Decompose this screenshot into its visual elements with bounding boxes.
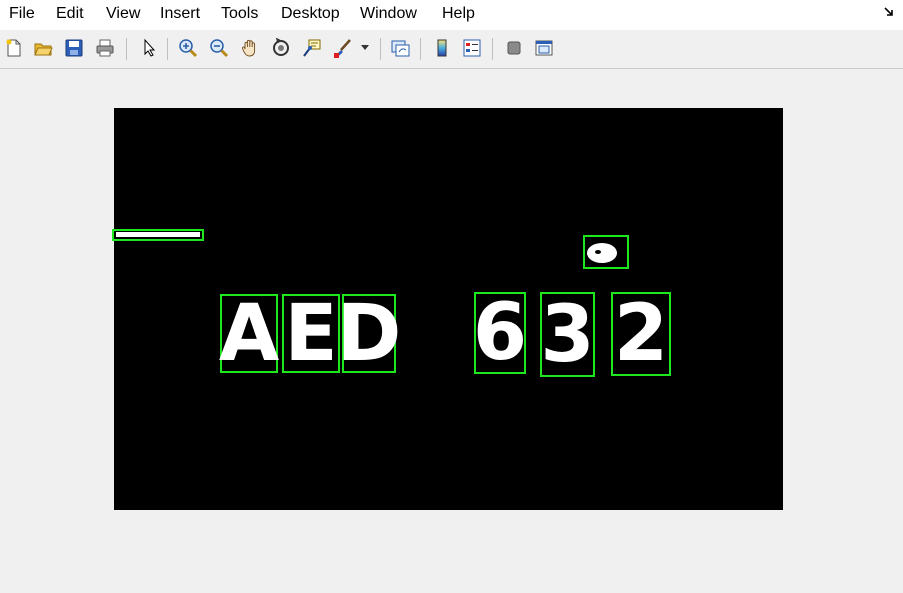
menu-help[interactable]: Help	[442, 5, 475, 23]
detection-box-char-2: 2	[611, 292, 671, 376]
print-icon[interactable]	[93, 36, 117, 60]
detection-box-char-a: A	[218, 288, 280, 379]
pan-hand-icon[interactable]	[238, 36, 262, 60]
edit-plot-arrow-icon[interactable]	[137, 36, 161, 60]
menu-desktop[interactable]: Desktop	[281, 5, 340, 23]
insert-legend-icon[interactable]	[460, 36, 484, 60]
detection-box-noise-bar	[112, 229, 204, 241]
menu-edit[interactable]: Edit	[56, 5, 84, 23]
zoom-in-icon[interactable]	[176, 36, 200, 60]
data-cursor-icon[interactable]	[300, 36, 324, 60]
detection-box-char-6: 6	[472, 288, 528, 378]
noise-blobs	[116, 232, 617, 263]
open-file-icon[interactable]	[31, 36, 55, 60]
plate-character: 2	[613, 289, 669, 379]
menu-insert[interactable]: Insert	[160, 5, 200, 23]
toolbar-separator	[420, 38, 421, 60]
insert-colorbar-icon[interactable]	[430, 36, 454, 60]
dock-arrow-icon[interactable]	[883, 6, 895, 18]
toolbar-separator	[492, 38, 493, 60]
figure-toolbar	[0, 30, 903, 69]
menu-bar: File Edit View Insert Tools Desktop Wind…	[0, 0, 903, 30]
brush-icon[interactable]	[331, 36, 355, 60]
detection-box-noise-blob	[583, 235, 629, 269]
menu-file[interactable]: File	[9, 5, 35, 23]
detection-box-char-d: D	[336, 288, 402, 379]
menu-tools[interactable]: Tools	[221, 5, 258, 23]
detection-box-char-e: E	[282, 294, 340, 373]
brush-dropdown-chevron-down-icon[interactable]	[358, 36, 372, 60]
toolbar-separator	[167, 38, 168, 60]
binary-plate-image[interactable]: A E D 6 3 2	[112, 108, 783, 510]
hide-plot-tools-icon[interactable]	[502, 36, 526, 60]
plate-character: D	[336, 288, 402, 379]
save-icon[interactable]	[62, 36, 86, 60]
plate-character: E	[284, 288, 338, 379]
plate-character: 3	[540, 289, 595, 380]
detection-box-char-3: 3	[540, 292, 595, 377]
menu-window[interactable]: Window	[360, 5, 417, 23]
toolbar-separator	[380, 38, 381, 60]
link-plot-icon[interactable]	[388, 36, 412, 60]
show-plot-tools-icon[interactable]	[532, 36, 556, 60]
zoom-out-icon[interactable]	[207, 36, 231, 60]
new-figure-icon[interactable]	[2, 36, 26, 60]
plate-character: 6	[472, 288, 528, 378]
plate-character: A	[218, 288, 280, 379]
menu-view[interactable]: View	[106, 5, 140, 23]
toolbar-separator	[126, 38, 127, 60]
rotate-3d-icon[interactable]	[269, 36, 293, 60]
